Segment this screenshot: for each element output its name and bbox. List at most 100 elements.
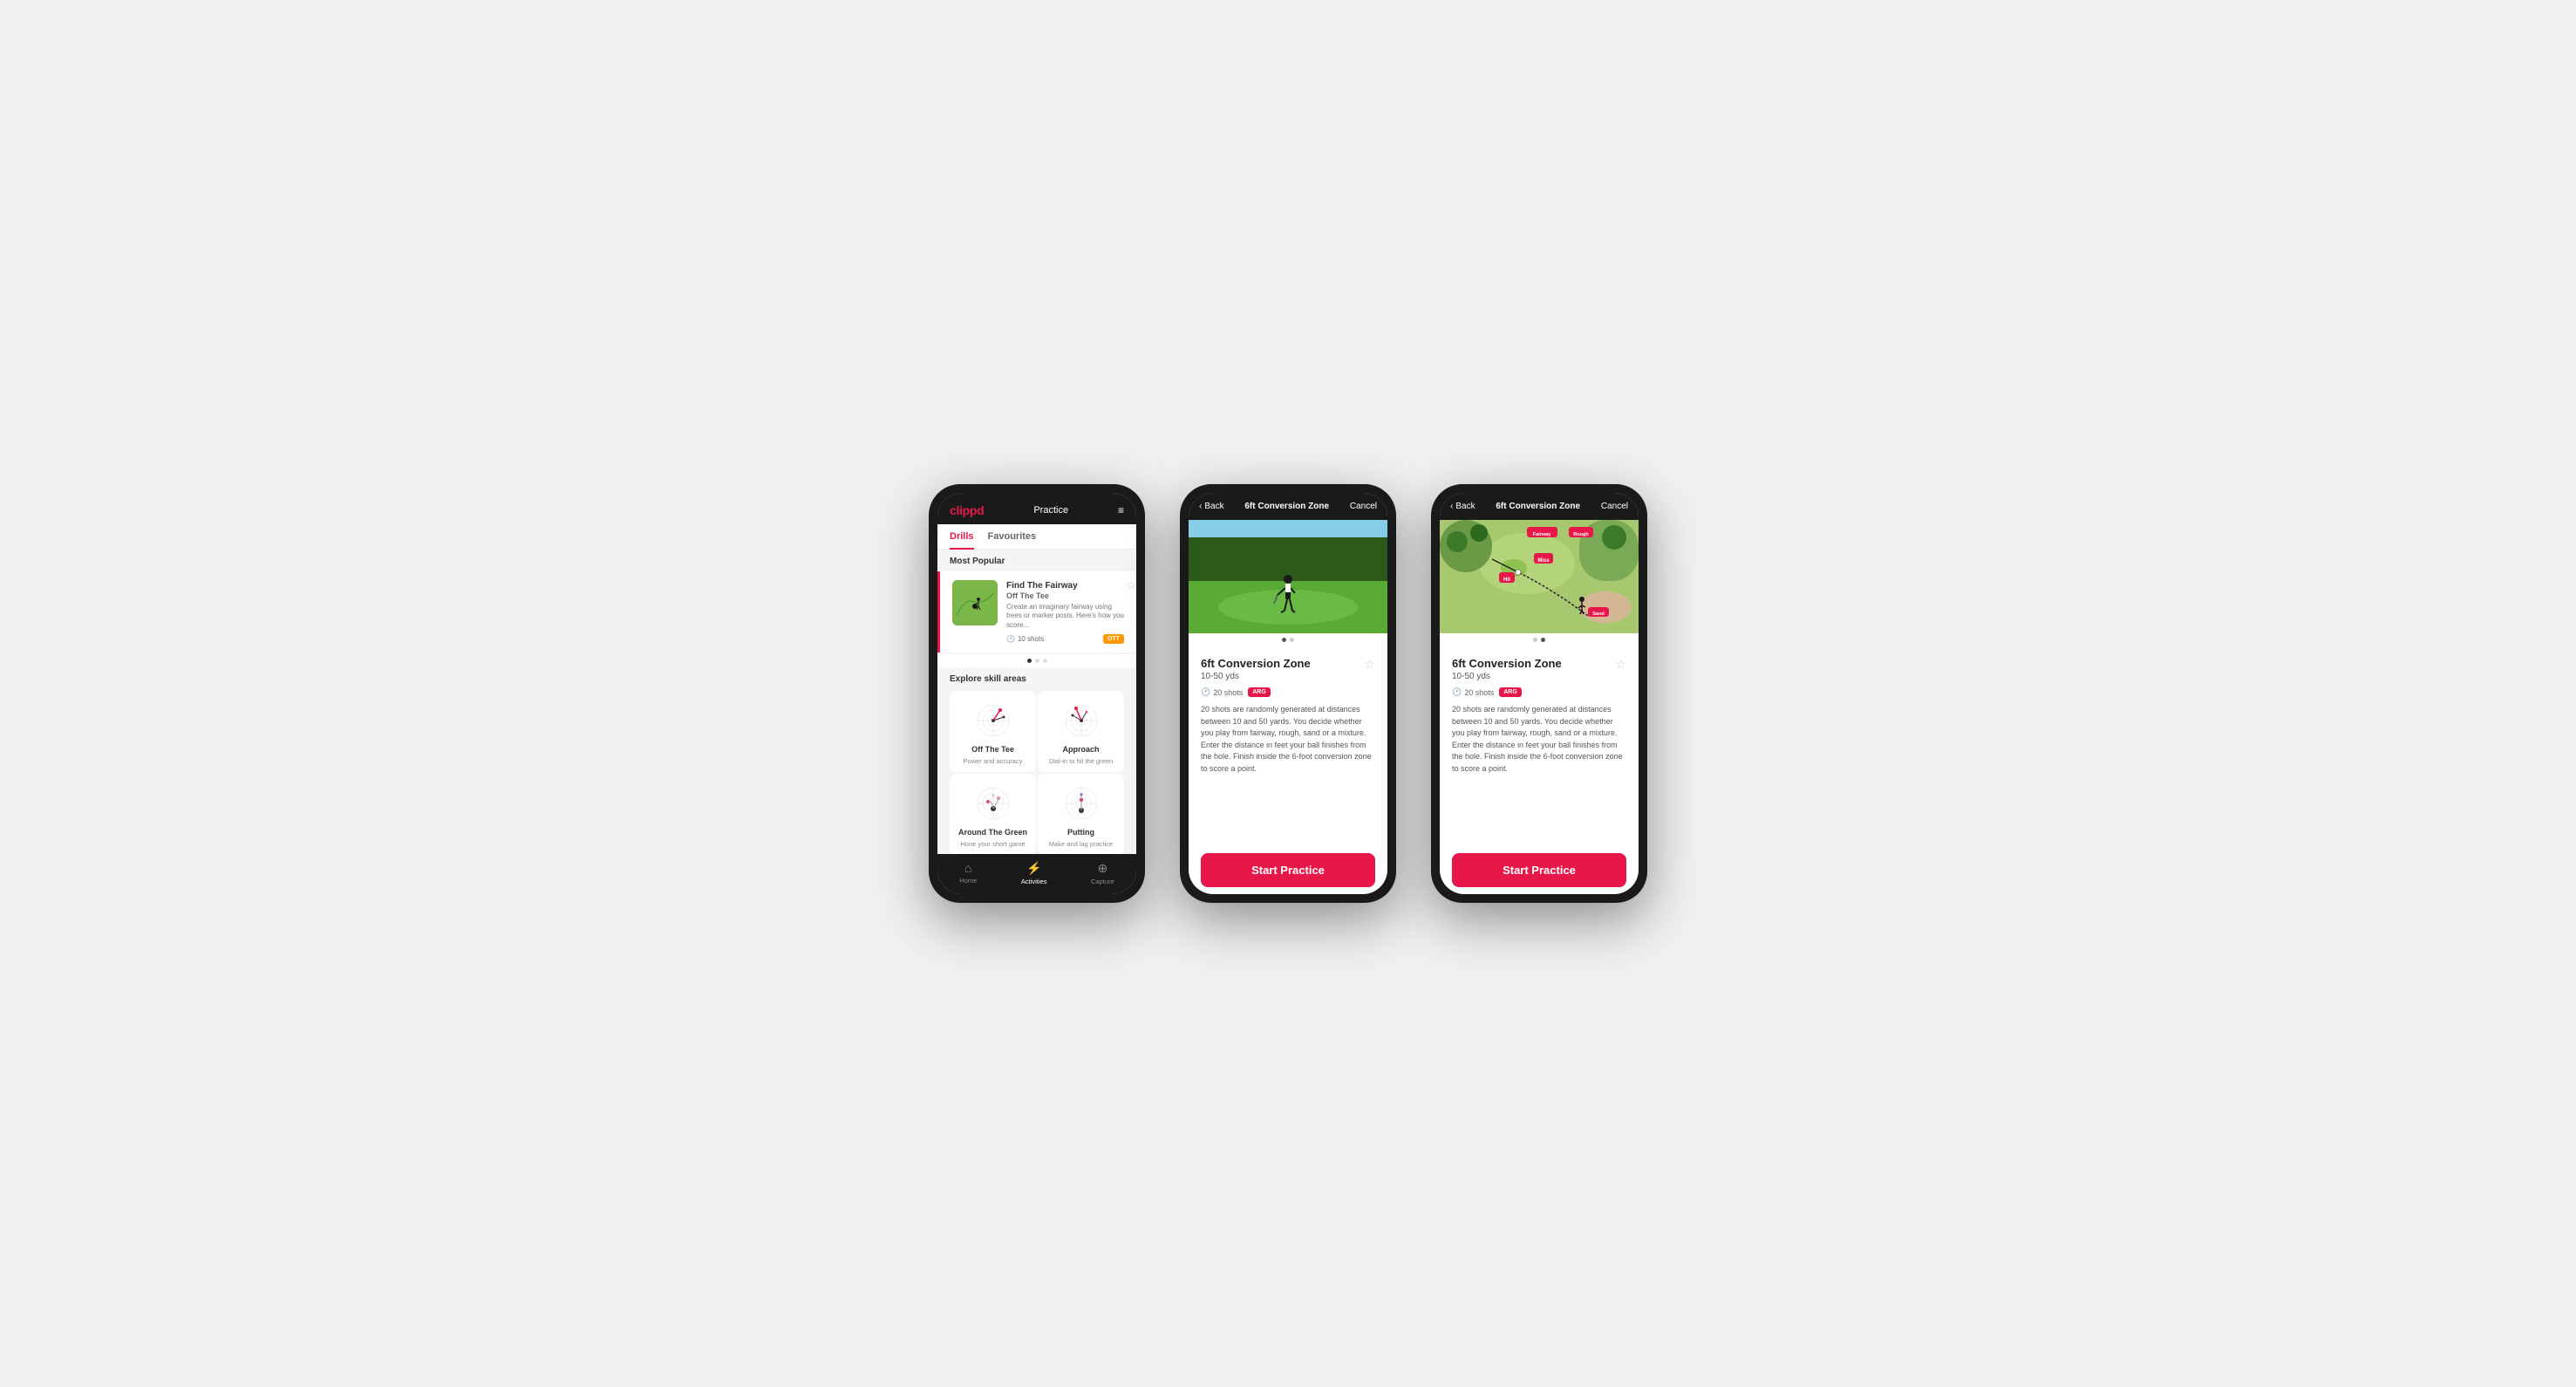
nav-capture[interactable]: ⊕ Capture — [1091, 861, 1114, 885]
phone-1-content: Most Popular — [937, 550, 1136, 854]
ott-badge: OTT — [1103, 634, 1124, 644]
drill-detail-range: 10-50 yds — [1201, 672, 1311, 681]
skill-name-atg: Around The Green — [958, 828, 1027, 837]
drill-detail-description: 20 shots are randomly generated at dista… — [1201, 704, 1375, 775]
phone-2-screen: ‹ Back 6ft Conversion Zone Cancel — [1189, 493, 1387, 894]
svg-text:Hit: Hit — [1503, 577, 1510, 583]
arg-badge: ARG — [1248, 687, 1271, 697]
skill-putting[interactable]: Putting Make and lag practice — [1038, 774, 1124, 854]
shots-label-3: 🕐 20 shots — [1452, 687, 1494, 697]
svg-text:Fairway: Fairway — [1533, 532, 1551, 537]
clock-icon: 🕐 — [1006, 635, 1015, 643]
phone-1-screen: clippd Practice ≡ Drills Favourites Most… — [937, 493, 1136, 894]
phone-3: ‹ Back 6ft Conversion Zone Cancel — [1431, 484, 1647, 903]
dot-3 — [1043, 659, 1047, 663]
golf-map: Miss Hit Fairway Rough Sand — [1440, 520, 1639, 633]
phone-3-screen: ‹ Back 6ft Conversion Zone Cancel — [1440, 493, 1639, 894]
cancel-button-3[interactable]: Cancel — [1601, 502, 1628, 511]
activities-icon: ⚡ — [1026, 861, 1041, 876]
drill-footer: 🕐 10 shots OTT — [1006, 634, 1124, 644]
img-dot-1 — [1282, 638, 1286, 642]
phone-2-body: 6ft Conversion Zone 10-50 yds ☆ 🕐 20 sho… — [1189, 646, 1387, 846]
dot-1 — [1027, 659, 1032, 663]
phone-3-title: 6ft Conversion Zone — [1496, 502, 1580, 511]
svg-text:Rough: Rough — [1573, 532, 1589, 537]
nav-capture-label: Capture — [1091, 878, 1114, 885]
favorite-icon-3[interactable]: ☆ — [1615, 657, 1626, 672]
approach-icon — [1060, 700, 1102, 741]
drill-photo — [1189, 520, 1387, 633]
skill-name-putting: Putting — [1067, 828, 1094, 837]
back-chevron-icon-3: ‹ — [1450, 502, 1453, 511]
app-logo: clippd — [950, 503, 984, 517]
nav-home[interactable]: ⌂ Home — [959, 861, 977, 885]
tab-favourites[interactable]: Favourites — [988, 524, 1037, 549]
clock-icon-2: 🕐 — [1201, 687, 1210, 697]
drill-thumbnail — [952, 580, 998, 625]
phone-3-body: 6ft Conversion Zone 10-50 yds ☆ 🕐 20 sho… — [1440, 646, 1639, 846]
around-green-icon — [972, 782, 1014, 824]
nav-home-label: Home — [959, 877, 977, 885]
drill-detail-range-3: 10-50 yds — [1452, 672, 1562, 681]
detail-header-row-3: 6ft Conversion Zone 10-50 yds ☆ — [1452, 657, 1626, 686]
clock-icon-3: 🕐 — [1452, 687, 1462, 697]
golf-map-svg: Miss Hit Fairway Rough Sand — [1440, 520, 1639, 633]
drill-detail-title: 6ft Conversion Zone — [1201, 657, 1311, 670]
svg-text:Sand: Sand — [1592, 612, 1604, 617]
nav-activities[interactable]: ⚡ Activities — [1021, 861, 1047, 885]
tab-drills[interactable]: Drills — [950, 524, 974, 549]
drill-detail-description-3: 20 shots are randomly generated at dista… — [1452, 704, 1626, 775]
favorite-star-icon[interactable]: ☆ — [1126, 578, 1136, 592]
img-dot-3-1 — [1533, 638, 1537, 642]
skill-around-green[interactable]: Around The Green Hone your short game — [950, 774, 1036, 854]
skill-desc-atg: Hone your short game — [960, 840, 1025, 848]
skill-off-the-tee[interactable]: Off The Tee Power and accuracy — [950, 691, 1036, 772]
cancel-button[interactable]: Cancel — [1350, 502, 1377, 511]
skill-grid: Off The Tee Power and accuracy — [937, 689, 1136, 854]
image-dots-3 — [1440, 633, 1639, 646]
image-dots — [1189, 633, 1387, 646]
img-dot-2 — [1290, 638, 1294, 642]
shots-info: 🕐 10 shots — [1006, 635, 1044, 643]
menu-icon[interactable]: ≡ — [1118, 504, 1124, 516]
carousel-dots — [937, 654, 1136, 667]
start-practice-button[interactable]: Start Practice — [1201, 853, 1375, 887]
skill-desc-ott: Power and accuracy — [964, 757, 1023, 765]
golf-scene-svg — [1189, 520, 1387, 633]
img-dot-3-2 — [1541, 638, 1545, 642]
capture-icon: ⊕ — [1097, 861, 1107, 876]
phone-1-header: clippd Practice ≡ — [937, 493, 1136, 524]
drill-map: Miss Hit Fairway Rough Sand — [1440, 520, 1639, 633]
phone-2-header: ‹ Back 6ft Conversion Zone Cancel — [1189, 493, 1387, 520]
phone-2-title: 6ft Conversion Zone — [1244, 502, 1329, 511]
start-practice-button-3[interactable]: Start Practice — [1452, 853, 1626, 887]
drill-detail-shots: 🕐 20 shots ARG — [1201, 687, 1375, 697]
golf-thumb-svg — [952, 580, 998, 625]
skill-desc-putting: Make and lag practice — [1049, 840, 1113, 848]
tabs-row: Drills Favourites — [937, 524, 1136, 550]
svg-text:Miss: Miss — [1537, 558, 1550, 564]
phone-1: clippd Practice ≡ Drills Favourites Most… — [929, 484, 1145, 903]
drill-title: Find The Fairway — [1006, 580, 1124, 591]
back-button-3[interactable]: ‹ Back — [1450, 502, 1475, 511]
putting-icon — [1060, 782, 1102, 824]
favorite-icon[interactable]: ☆ — [1364, 657, 1375, 672]
golf-course-image — [952, 580, 998, 625]
detail-header-row: 6ft Conversion Zone 10-50 yds ☆ — [1201, 657, 1375, 686]
nav-activities-label: Activities — [1021, 878, 1047, 885]
home-icon: ⌂ — [964, 861, 971, 875]
back-button[interactable]: ‹ Back — [1199, 502, 1224, 511]
featured-drill-card[interactable]: Find The Fairway Off The Tee Create an i… — [937, 571, 1136, 653]
arg-badge-3: ARG — [1499, 687, 1522, 697]
skill-approach[interactable]: Approach Dial-in to hit the green — [1038, 691, 1124, 772]
dot-2 — [1035, 659, 1039, 663]
skill-name-ott: Off The Tee — [971, 745, 1014, 754]
skill-desc-approach: Dial-in to hit the green — [1049, 757, 1113, 765]
drill-subtitle: Off The Tee — [1006, 591, 1124, 600]
header-title: Practice — [1033, 505, 1068, 516]
shots-label: 🕐 20 shots — [1201, 687, 1243, 697]
drill-detail-shots-3: 🕐 20 shots ARG — [1452, 687, 1626, 697]
skill-name-approach: Approach — [1062, 745, 1099, 754]
drill-info: Find The Fairway Off The Tee Create an i… — [1006, 580, 1124, 644]
phones-container: clippd Practice ≡ Drills Favourites Most… — [929, 484, 1647, 903]
